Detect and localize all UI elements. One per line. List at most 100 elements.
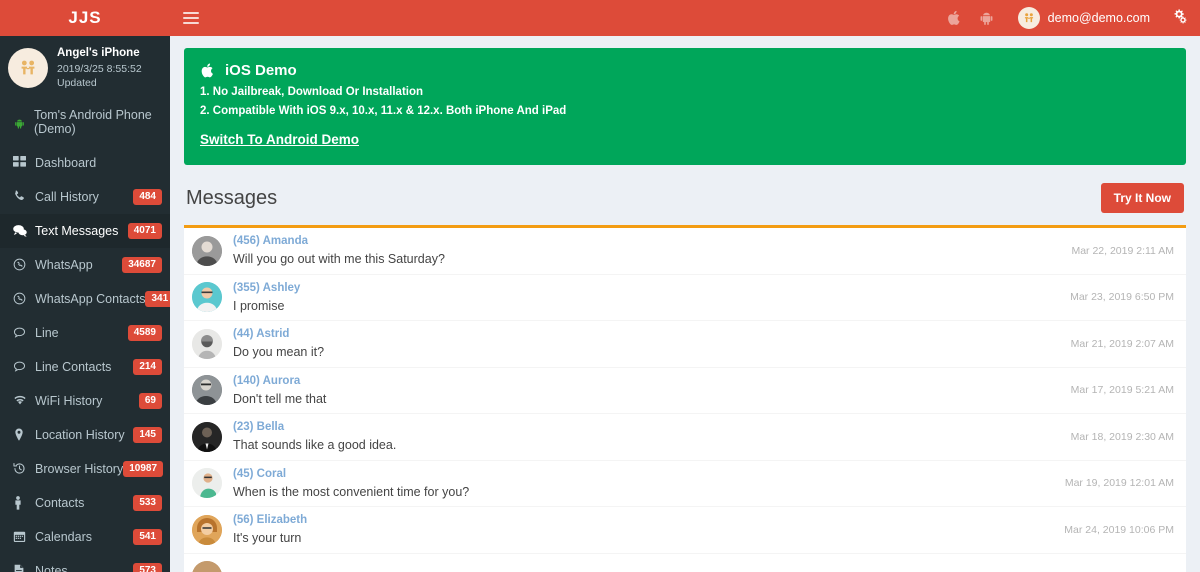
sidebar-item-calendars[interactable]: Calendars 541 [0, 520, 170, 554]
message-body: (456) Amanda Will you go out with me thi… [233, 234, 1071, 267]
sidebar-badge: 10987 [123, 460, 164, 477]
avatar [192, 421, 222, 452]
sidebar-item-line[interactable]: Line 4589 [0, 316, 170, 350]
sidebar-label: Calendars [35, 529, 92, 544]
avatar [192, 282, 222, 313]
promo-title: iOS Demo [225, 62, 297, 79]
sidebar-item-call-history[interactable]: Call History 484 [0, 180, 170, 214]
promo-banner: iOS Demo 1. No Jailbreak, Download Or In… [184, 48, 1186, 165]
contact-name: (456) Amanda [233, 235, 308, 248]
message-timestamp: Mar 21, 2019 2:07 AM [1070, 337, 1174, 350]
hamburger-icon[interactable] [180, 7, 202, 29]
contact-name: (44) Astrid [233, 328, 290, 341]
sidebar-badge: 541 [133, 528, 162, 545]
message-timestamp: Mar 19, 2019 12:01 AM [1064, 477, 1174, 490]
sidebar-device-switch[interactable]: Tom's Android Phone (Demo) [0, 102, 170, 146]
dashboard-icon [13, 156, 30, 169]
device-name: Angel's iPhone [57, 47, 140, 59]
sidebar-item-line-contacts[interactable]: Line Contacts 214 [0, 350, 170, 384]
phone-icon [13, 190, 30, 203]
message-preview: That sounds like a good idea. [233, 438, 397, 453]
message-preview: It's your turn [233, 531, 302, 546]
switch-to-android-demo-link[interactable]: Switch To Android Demo [200, 132, 359, 147]
sidebar-user-panel[interactable]: Angel's iPhone 2019/3/25 8:55:52 Updated [0, 36, 170, 102]
whatsapp-icon [13, 292, 30, 305]
table-row[interactable]: (456) Amanda Will you go out with me thi… [184, 228, 1186, 275]
brand-logo[interactable]: JJS [0, 0, 170, 36]
page-title: Messages [186, 186, 278, 209]
couple-icon [8, 47, 48, 88]
user-email[interactable]: demo@demo.com [1048, 11, 1150, 25]
topbar: demo@demo.com [170, 0, 1200, 36]
sidebar: JJS Angel's iPhone 2019/3/25 8:55:52 Upd… [0, 0, 170, 572]
content-area: iOS Demo 1. No Jailbreak, Download Or In… [170, 36, 1200, 572]
android-icon [14, 116, 25, 129]
message-timestamp: Mar 23, 2019 6:50 PM [1070, 291, 1174, 304]
message-timestamp: Mar 22, 2019 2:11 AM [1071, 244, 1174, 257]
sidebar-badge: 214 [133, 358, 162, 375]
avatar [192, 328, 222, 359]
sidebar-device-label: Tom's Android Phone (Demo) [34, 107, 152, 136]
whatsapp-icon [13, 258, 30, 271]
avatar [192, 235, 222, 266]
avatar[interactable] [1017, 7, 1040, 29]
message-body: (44) Astrid Do you mean it? [233, 327, 1071, 360]
contact-name: (56) Elizabeth [233, 514, 308, 527]
comments-icon [13, 224, 30, 238]
sidebar-label: WhatsApp Contacts [35, 291, 146, 306]
table-row[interactable]: (44) Astrid Do you mean it? Mar 21, 2019… [184, 321, 1186, 368]
sidebar-badge: 4589 [127, 324, 162, 341]
sidebar-badge: 69 [138, 392, 162, 409]
sidebar-label: Dashboard [35, 155, 97, 170]
message-body: (140) Aurora Don't tell me that [233, 374, 1071, 407]
apple-icon[interactable] [946, 10, 961, 26]
wifi-icon [13, 394, 30, 408]
comment-icon [13, 326, 30, 339]
message-body: (355) Ashley I promise [233, 281, 1070, 314]
sidebar-item-wifi-history[interactable]: WiFi History 69 [0, 384, 170, 418]
promo-line-2: 2. Compatible With iOS 9.x, 10.x, 11.x &… [200, 105, 567, 117]
contact-name: (23) Bella [233, 421, 285, 434]
android-icon[interactable] [979, 10, 994, 26]
app-root: JJS Angel's iPhone 2019/3/25 8:55:52 Upd… [0, 0, 1200, 572]
avatar [192, 514, 222, 545]
sidebar-item-notes[interactable]: Notes 573 [0, 554, 170, 572]
sidebar-item-contacts[interactable]: Contacts 533 [0, 486, 170, 520]
sidebar-item-whatsapp[interactable]: WhatsApp 34687 [0, 248, 170, 282]
message-preview: I promise [233, 298, 285, 313]
table-row[interactable]: (355) Ashley I promise Mar 23, 2019 6:50… [184, 275, 1186, 321]
messages-list: (456) Amanda Will you go out with me thi… [184, 225, 1186, 572]
note-icon [13, 564, 30, 572]
table-row[interactable]: (45) Coral When is the most convenient t… [184, 461, 1186, 507]
person-icon [13, 496, 30, 510]
table-row[interactable]: (140) Aurora Don't tell me that Mar 17, … [184, 368, 1186, 414]
contact-name: (45) Coral [233, 467, 287, 480]
table-row[interactable]: (56) Elizabeth It's your turn Mar 24, 20… [184, 507, 1186, 554]
main-area: demo@demo.com iOS Demo 1. No Jailbreak, … [170, 0, 1200, 572]
sidebar-badge: 533 [133, 494, 162, 511]
table-row[interactable]: (23) Bella That sounds like a good idea.… [184, 414, 1186, 461]
sidebar-badge: 145 [133, 426, 162, 443]
sidebar-label: Line Contacts [35, 359, 112, 374]
brand-text: JJS [68, 8, 102, 27]
sidebar-label: Browser History [35, 461, 124, 476]
message-timestamp: Mar 24, 2019 10:06 PM [1064, 523, 1174, 536]
sidebar-item-whatsapp-contacts[interactable]: WhatsApp Contacts 341 [0, 282, 170, 316]
sidebar-item-text-messages[interactable]: Text Messages 4071 [0, 213, 170, 248]
sidebar-badge: 34687 [122, 256, 162, 273]
message-preview: Don't tell me that [233, 391, 327, 406]
sidebar-item-browser-history[interactable]: Browser History 10987 [0, 452, 170, 486]
promo-line-1: 1. No Jailbreak, Download Or Installatio… [200, 86, 424, 98]
sidebar-badge: 573 [133, 562, 162, 572]
gears-icon[interactable] [1172, 9, 1188, 27]
message-body: (45) Coral When is the most convenient t… [233, 467, 1065, 500]
sidebar-item-dashboard[interactable]: Dashboard [0, 146, 170, 180]
sidebar-label: Location History [35, 427, 125, 442]
sidebar-label: Line [35, 325, 59, 340]
sidebar-label: Contacts [35, 495, 85, 510]
sidebar-label: WhatsApp [35, 257, 93, 272]
sidebar-item-location-history[interactable]: Location History 145 [0, 418, 170, 452]
table-row[interactable] [184, 554, 1186, 572]
map-marker-icon [13, 428, 30, 441]
try-it-now-button[interactable]: Try It Now [1100, 183, 1184, 213]
